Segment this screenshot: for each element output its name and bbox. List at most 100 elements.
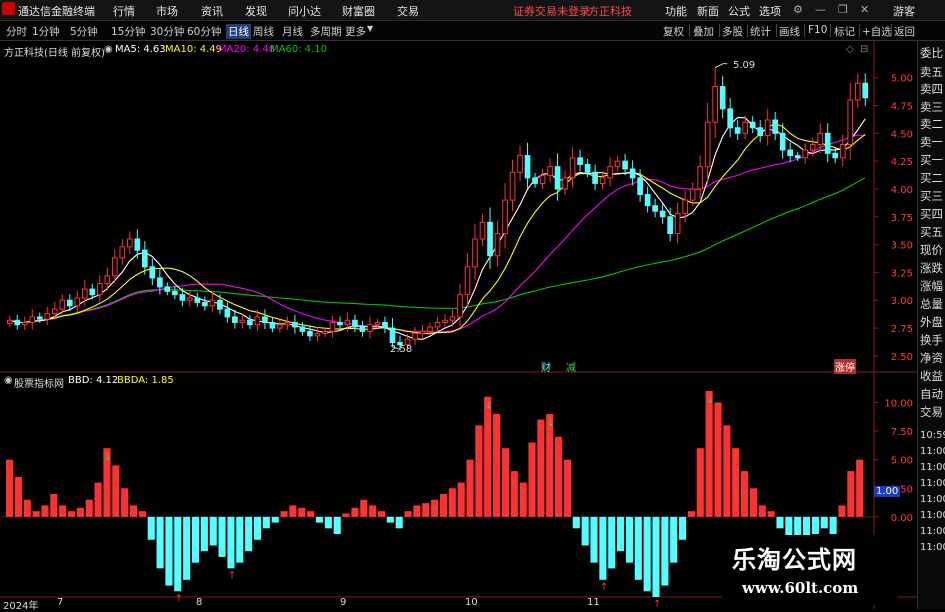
down-arrow-icon: ↓ [485, 401, 493, 412]
high-callout [714, 63, 728, 69]
indicator-tick-label: 5.00 [891, 456, 913, 467]
candle-body [569, 157, 576, 179]
badge-cai[interactable]: 财 [541, 359, 551, 374]
candle-body [479, 221, 486, 240]
candle-body [359, 326, 366, 332]
period-60min[interactable]: 60分钟 [187, 24, 221, 39]
period-more[interactable]: 更多 [345, 24, 366, 39]
candle-body [299, 326, 306, 332]
eye-icon[interactable]: ◉ [104, 44, 113, 55]
menu-xuanxiang[interactable]: 选项 [759, 3, 781, 19]
menu-jiaoyi[interactable]: 交易 [397, 3, 419, 19]
candle-body [577, 157, 583, 165]
down-arrow-icon: ↓ [706, 395, 714, 406]
btn-f10[interactable]: F10 [808, 24, 827, 36]
btn-fuquan[interactable]: 复权 [663, 24, 684, 39]
bbd-bar [156, 516, 164, 569]
candle-body [659, 210, 666, 218]
bbd-bar [333, 516, 341, 535]
candle-body [824, 132, 831, 154]
candle-body [614, 160, 621, 168]
badge-zhangting[interactable]: 涨停 [834, 359, 856, 374]
up-arrow-icon: ↑ [175, 593, 183, 604]
menu-zixun[interactable]: 资讯 [201, 3, 223, 19]
side-panel-label: 收益 [920, 369, 943, 383]
menu-shichang[interactable]: 市场 [156, 3, 178, 19]
menu-gongshi[interactable]: 公式 [728, 3, 750, 19]
bbd-bar [431, 499, 439, 517]
period-30min[interactable]: 30分钟 [150, 24, 184, 39]
candle-body [419, 330, 426, 335]
candle-body [149, 266, 156, 279]
period-toolbar: 分时 1分钟 5分钟 15分钟 30分钟 60分钟 日线 周线 月线 多周期 更… [0, 21, 945, 41]
side-panel-label: 卖一 [920, 135, 943, 149]
bbd-bar [94, 482, 102, 517]
bbd-bar [581, 516, 589, 546]
badge-jian[interactable]: 减 [566, 359, 576, 374]
bbd-bar [820, 516, 828, 529]
candle-body [449, 316, 456, 321]
menu-hangqing[interactable]: 行情 [113, 3, 135, 19]
indicator-eye-icon[interactable]: ◉ [4, 375, 13, 386]
broker-notice[interactable]: 证券交易未登录 [513, 3, 590, 19]
chevron-down-icon[interactable]: ▼ [367, 24, 373, 33]
month-label: 7 [57, 597, 64, 608]
bbd-bar [85, 499, 93, 517]
side-panel-label: 现价 [920, 243, 943, 257]
btn-biaoji[interactable]: 标记 [834, 24, 855, 39]
btn-huaxian[interactable]: 画线 [779, 24, 800, 39]
bbd-bar [191, 516, 200, 563]
restore-icon[interactable]: ❐ [838, 3, 848, 16]
btn-zixuan[interactable]: +自选 [862, 24, 892, 39]
side-panel-label: 外盘 [920, 315, 943, 329]
candle-body [787, 149, 794, 157]
period-5min[interactable]: 5分钟 [70, 24, 98, 39]
up-arrow-icon: ↑ [228, 570, 236, 581]
price-tick-label: 3.50 [891, 241, 913, 252]
menu-wenxiaoda[interactable]: 问小达 [288, 3, 321, 19]
broker-name: 方正科技 [588, 5, 632, 18]
bbd-bar [670, 516, 678, 563]
menu-xinmian[interactable]: 新面 [697, 3, 719, 19]
period-daily[interactable]: 日线 [226, 24, 251, 39]
bbd-bar [634, 516, 642, 580]
low-price-label: 2.58 [390, 344, 413, 355]
btn-fanhui[interactable]: 返回 [894, 24, 915, 39]
bbd-bar [519, 482, 527, 517]
btn-diejia[interactable]: 叠加 [693, 24, 714, 39]
candle-body [592, 171, 598, 184]
btn-tongji[interactable]: 统计 [750, 24, 771, 39]
period-15min[interactable]: 15分钟 [111, 24, 145, 39]
bbd-bar [572, 516, 580, 529]
menu-caifuquan[interactable]: 财富圈 [342, 3, 375, 19]
candle-body [21, 321, 28, 326]
price-tick-label: 4.75 [891, 102, 913, 113]
candle-body [622, 160, 628, 170]
bbd-bar [369, 505, 377, 517]
side-panel-label: 自动 [920, 387, 943, 401]
period-weekly[interactable]: 周线 [253, 24, 274, 39]
collapse-icon[interactable]: ⊟ [860, 44, 868, 55]
period-monthly[interactable]: 月线 [282, 24, 303, 39]
price-tick-label: 3.25 [891, 268, 913, 279]
close-icon[interactable]: ✕ [860, 3, 869, 16]
guest-label[interactable]: 游客 [893, 3, 915, 19]
diamond-icon[interactable]: ◇ [846, 44, 854, 55]
period-multi[interactable]: 多周期 [310, 24, 342, 39]
chart-area[interactable]: 5.00 4.75 4.50 4.25 4.00 3.75 3.50 3.25 3.00 2.75… [0, 41, 917, 609]
candle-body [187, 297, 193, 301]
bbd-bar [776, 516, 784, 529]
settings-icon[interactable]: ⚙ [793, 3, 803, 16]
menu-gongneng[interactable]: 功能 [665, 3, 687, 19]
btn-duogu[interactable]: 多股 [722, 24, 743, 39]
minimize-icon[interactable]: — [815, 3, 826, 16]
price-tick-label: 2.75 [891, 324, 913, 335]
period-fenshi[interactable]: 分时 [6, 24, 27, 39]
bbd-bar [41, 505, 49, 517]
candle-body [742, 121, 749, 134]
period-1min[interactable]: 1分钟 [32, 24, 60, 39]
candle-body [839, 143, 846, 159]
candle-body [554, 166, 561, 190]
menu-faxian[interactable]: 发现 [245, 3, 267, 19]
bbd-bar [386, 516, 394, 523]
